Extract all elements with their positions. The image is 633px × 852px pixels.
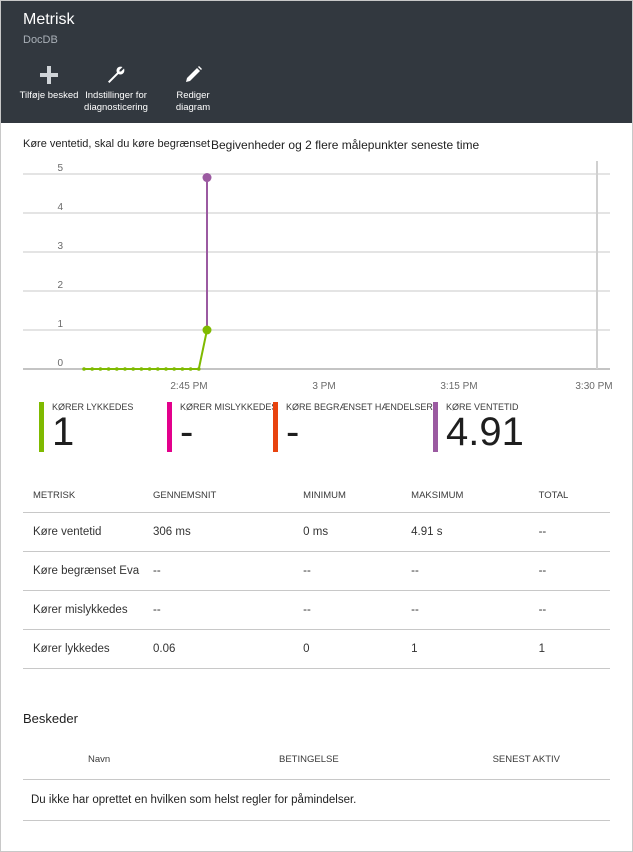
- metric-chart[interactable]: 0 1 2 3 4 5 2:45 PM 3 PM 3:15 PM 3:30 PM: [1, 151, 632, 396]
- data-point-succeeded: [148, 367, 152, 371]
- x-tick-label: 3:30 PM: [575, 381, 612, 392]
- alerts-empty-row: Du ikke har oprettet en hvilken som hels…: [23, 780, 610, 821]
- y-tick-label: 4: [57, 202, 63, 213]
- chart-grid: [23, 161, 610, 369]
- cell-average: 306 ms: [143, 513, 293, 552]
- cell-average: 0.06: [143, 630, 293, 669]
- col-condition: BETINGELSE: [239, 739, 409, 780]
- alerts-header-row: Navn BETINGELSE SENEST AKTIV: [23, 739, 610, 780]
- cell-metric: Køre ventetid: [23, 513, 143, 552]
- col-average: GENNEMSNIT: [143, 479, 293, 513]
- alerts-table: Navn BETINGELSE SENEST AKTIV Du ikke har…: [23, 739, 610, 821]
- y-tick-label: 5: [57, 163, 63, 174]
- blade-title: Metrisk: [23, 11, 75, 29]
- data-point-latency: [203, 173, 212, 182]
- edit-chart-label: Rediger diagram: [158, 90, 228, 114]
- pencil-icon: [181, 63, 205, 87]
- col-maximum: MAKSIMUM: [401, 479, 528, 513]
- cell-total: --: [529, 591, 610, 630]
- cell-total: --: [529, 552, 610, 591]
- x-tick-label: 2:45 PM: [170, 381, 207, 392]
- chart-series: [82, 173, 211, 371]
- x-tick-label: 3 PM: [312, 381, 335, 392]
- cell-total: --: [529, 513, 610, 552]
- blade-header: Metrisk DocDB Tilføje besked Indstilling…: [1, 1, 632, 123]
- col-minimum: MINIMUM: [293, 479, 401, 513]
- data-point-succeeded: [181, 367, 185, 371]
- data-point-succeeded: [107, 367, 111, 371]
- metrics-table: METRISK GENNEMSNIT MINIMUM MAKSIMUM TOTA…: [23, 479, 610, 669]
- table-row[interactable]: Køre begrænset Eva -- -- -- --: [23, 552, 610, 591]
- cell-metric: Køre begrænset Eva: [23, 552, 143, 591]
- chart-title-left: Køre ventetid, skal du køre begrænset: [23, 138, 210, 150]
- cell-total: 1: [529, 630, 610, 669]
- cell-minimum: --: [293, 591, 401, 630]
- table-row[interactable]: Køre ventetid 306 ms 0 ms 4.91 s --: [23, 513, 610, 552]
- table-row[interactable]: Kører mislykkedes -- -- -- --: [23, 591, 610, 630]
- tile-value: -: [286, 413, 436, 451]
- y-tick-label: 0: [57, 358, 63, 369]
- wrench-icon: [104, 63, 128, 87]
- alerts-empty-message: Du ikke har oprettet en hvilken som hels…: [23, 780, 610, 821]
- data-point-succeeded: [203, 326, 212, 335]
- tile-run-latency[interactable]: KØRE VENTETID 4.91: [433, 402, 576, 452]
- data-point-succeeded: [197, 367, 201, 371]
- blade-subtitle: DocDB: [23, 34, 58, 46]
- tile-label: KØRE BEGRÆNSET HÆNDELSER: [286, 402, 436, 412]
- cell-maximum: 1: [401, 630, 528, 669]
- cell-maximum: 4.91 s: [401, 513, 528, 552]
- edit-chart-button[interactable]: Rediger diagram: [158, 63, 228, 119]
- data-point-succeeded: [90, 367, 94, 371]
- data-point-succeeded: [82, 367, 86, 371]
- data-point-succeeded: [189, 367, 193, 371]
- add-alert-label: Tilføje besked: [14, 90, 84, 102]
- cell-maximum: --: [401, 552, 528, 591]
- cell-minimum: 0 ms: [293, 513, 401, 552]
- tile-value: -: [180, 413, 277, 451]
- cell-average: --: [143, 552, 293, 591]
- tile-runs-succeeded[interactable]: KØRER LYKKEDES 1: [39, 402, 172, 452]
- alerts-heading: Beskeder: [23, 711, 78, 726]
- data-point-succeeded: [140, 367, 144, 371]
- cell-metric: Kører mislykkedes: [23, 591, 143, 630]
- chart-title-right: Begivenheder og 2 flere målepunkter sene…: [211, 138, 479, 152]
- data-point-succeeded: [156, 367, 160, 371]
- tile-runs-throttled[interactable]: KØRE BEGRÆNSET HÆNDELSER -: [273, 402, 436, 452]
- series-line-succeeded: [84, 330, 207, 369]
- chart-x-ticks: 2:45 PM 3 PM 3:15 PM 3:30 PM: [170, 381, 612, 392]
- cell-maximum: --: [401, 591, 528, 630]
- data-point-succeeded: [115, 367, 119, 371]
- data-point-succeeded: [123, 367, 127, 371]
- y-tick-label: 1: [57, 319, 63, 330]
- cell-metric: Kører lykkedes: [23, 630, 143, 669]
- tile-label: KØRER MISLYKKEDES: [180, 402, 277, 412]
- data-point-succeeded: [99, 367, 103, 371]
- data-point-succeeded: [172, 367, 176, 371]
- diagnostic-settings-button[interactable]: Indstillinger for diagnosticering: [81, 63, 151, 119]
- table-row[interactable]: Kører lykkedes 0.06 0 1 1: [23, 630, 610, 669]
- cell-average: --: [143, 591, 293, 630]
- col-metric: METRISK: [23, 479, 143, 513]
- plus-icon: [37, 63, 61, 87]
- cell-minimum: 0: [293, 630, 401, 669]
- diagnostic-settings-label: Indstillinger for diagnosticering: [81, 90, 151, 114]
- col-last-active: SENEST AKTIV: [409, 739, 610, 780]
- tile-runs-failed[interactable]: KØRER MISLYKKEDES -: [167, 402, 277, 452]
- col-total: TOTAL: [529, 479, 610, 513]
- y-tick-label: 2: [57, 280, 63, 291]
- tile-value: 1: [52, 413, 172, 451]
- add-alert-button[interactable]: Tilføje besked: [14, 63, 84, 119]
- chart-y-ticks: 0 1 2 3 4 5: [57, 163, 63, 369]
- cell-minimum: --: [293, 552, 401, 591]
- x-tick-label: 3:15 PM: [440, 381, 477, 392]
- table-header-row: METRISK GENNEMSNIT MINIMUM MAKSIMUM TOTA…: [23, 479, 610, 513]
- data-point-succeeded: [164, 367, 168, 371]
- tile-value: 4.91: [446, 413, 576, 451]
- col-name: Navn: [23, 739, 239, 780]
- data-point-succeeded: [131, 367, 135, 371]
- metric-blade: Metrisk DocDB Tilføje besked Indstilling…: [0, 0, 633, 852]
- y-tick-label: 3: [57, 241, 63, 252]
